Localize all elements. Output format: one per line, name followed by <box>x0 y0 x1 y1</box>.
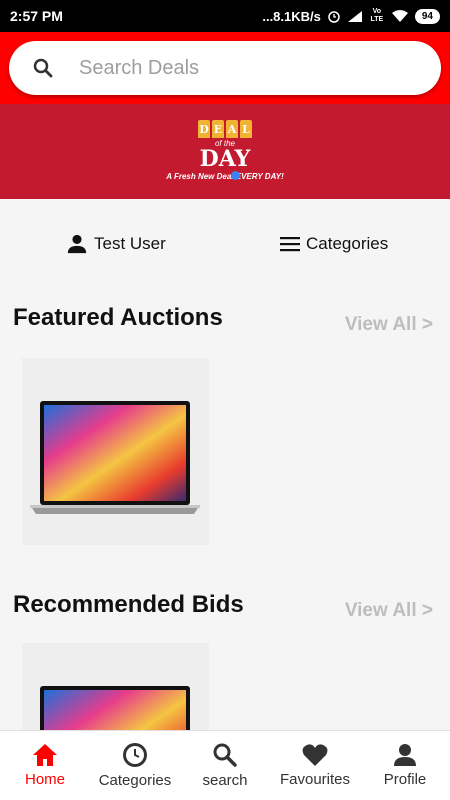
alarm-icon <box>328 11 340 23</box>
featured-auction-card[interactable] <box>22 358 209 545</box>
user-name-label: Test User <box>94 234 166 253</box>
status-bar: 2:57 PM ...8.1KB/s Vo LTE 94 <box>0 0 450 32</box>
banner-indicator-dot <box>231 171 240 180</box>
nav-favourites[interactable]: Favourites <box>270 731 360 800</box>
person-icon <box>67 234 87 254</box>
person-icon <box>394 744 416 766</box>
nav-search-label: search <box>202 772 248 789</box>
deal-tags: D E A L <box>198 120 252 138</box>
laptop-image <box>40 686 190 730</box>
featured-view-all-link[interactable]: View All > <box>345 314 433 336</box>
deal-tag-letter: D <box>198 120 210 138</box>
network-speed: ...8.1KB/s <box>262 8 321 24</box>
nav-categories-label: Categories <box>98 772 172 789</box>
banner-day: DAY <box>199 146 251 172</box>
featured-auctions-title: Featured Auctions <box>13 304 223 331</box>
search-input[interactable] <box>79 56 399 80</box>
bottom-navigation: Home Categories search Favourites Profil… <box>0 730 450 800</box>
nav-favourites-label: Favourites <box>279 771 351 788</box>
deal-of-the-day-banner[interactable]: D E A L of the DAY A Fresh New Deal EVER… <box>0 104 450 199</box>
status-time: 2:57 PM <box>10 8 63 24</box>
nav-home[interactable]: Home <box>0 731 90 800</box>
categories-button[interactable]: Categories <box>280 234 388 254</box>
home-icon <box>33 744 57 766</box>
deal-tag-letter: A <box>226 120 238 138</box>
nav-search[interactable]: search <box>180 731 270 800</box>
user-categories-row: Test User Categories <box>0 199 450 289</box>
user-button[interactable]: Test User <box>66 233 166 255</box>
recommended-view-all-link[interactable]: View All > <box>345 600 433 622</box>
status-icons: ...8.1KB/s Vo LTE 94 <box>262 8 440 24</box>
categories-label: Categories <box>306 234 389 253</box>
nav-home-label: Home <box>24 771 65 788</box>
nav-profile[interactable]: Profile <box>360 731 450 800</box>
heart-icon <box>302 744 328 766</box>
nav-profile-label: Profile <box>383 771 427 788</box>
search-bar[interactable] <box>9 41 441 95</box>
recommended-bid-card[interactable] <box>22 643 209 730</box>
volte-indicator: Vo LTE <box>370 8 384 23</box>
search-header <box>0 32 450 104</box>
deal-tag-letter: E <box>212 120 224 138</box>
battery-indicator: 94 <box>414 8 440 24</box>
deal-tag-letter: L <box>240 120 252 138</box>
nav-categories[interactable]: Categories <box>90 731 180 800</box>
signal-icon <box>347 10 362 22</box>
recommended-bids-title: Recommended Bids <box>13 591 244 618</box>
search-icon <box>33 58 53 78</box>
banner-tagline: A Fresh New Deal EVERY DAY! <box>166 172 284 181</box>
search-icon <box>213 743 237 767</box>
laptop-image <box>30 401 200 514</box>
menu-icon <box>280 237 300 252</box>
clock-icon <box>123 743 147 767</box>
wifi-icon <box>391 10 408 22</box>
